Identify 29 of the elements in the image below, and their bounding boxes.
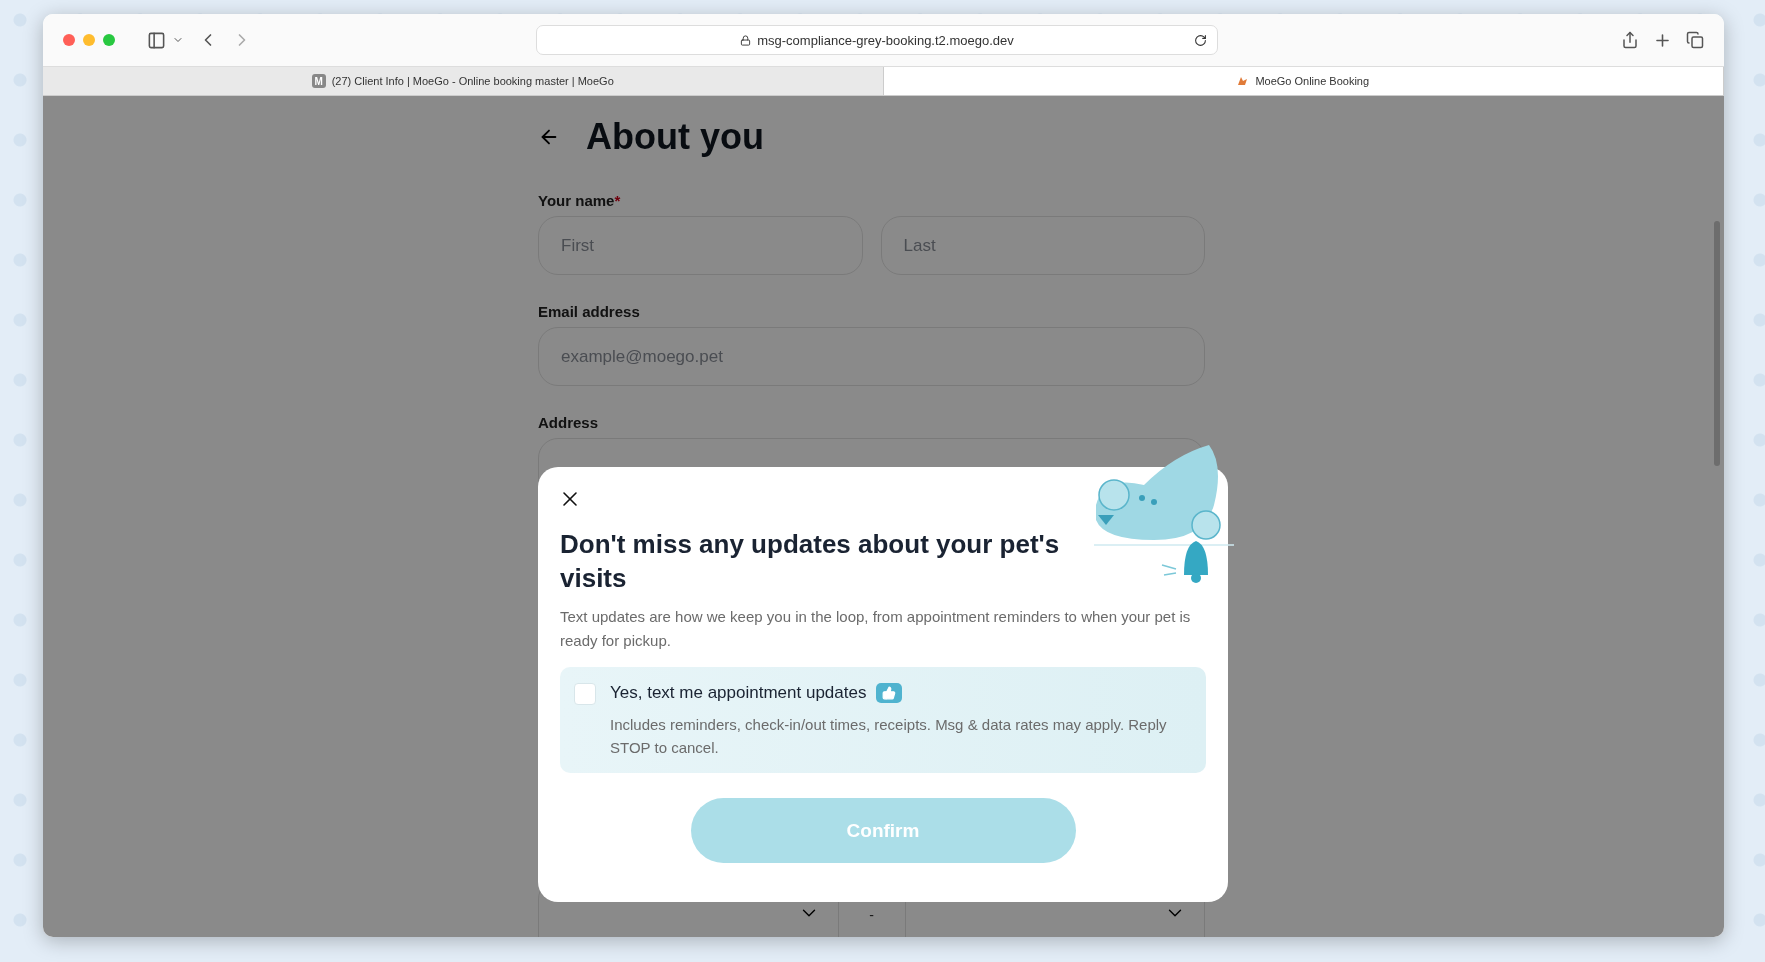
thumbs-up-icon xyxy=(876,683,903,703)
close-window-button[interactable] xyxy=(63,34,75,46)
range-separator: - xyxy=(868,906,875,925)
lock-icon xyxy=(740,34,752,46)
favicon-icon xyxy=(1237,75,1250,87)
field-label: Your name* xyxy=(538,192,622,209)
required-mark: * xyxy=(614,192,621,209)
dialog-title: Don't miss any updates about your pet's visits xyxy=(560,528,1061,595)
checkbox[interactable] xyxy=(574,683,596,705)
favicon-icon: M xyxy=(311,74,326,88)
option-note: Includes reminders, check-in/out times, receipts. Msg & data rates may apply. Reply STOP to cancel. xyxy=(610,715,1168,758)
tab-title: (27) Client Info | MoeGo - Online booking master | MoeGo xyxy=(331,75,614,87)
page-title: About you xyxy=(586,116,764,158)
sidebar-icon[interactable] xyxy=(147,30,166,50)
address-bar[interactable]: msg-compliance-grey-booking.t2.moego.dev xyxy=(536,25,1218,55)
dialog-text: Text updates are how we keep you in the loop, from appointment reminders to when your pet is ready for pickup. xyxy=(560,607,1192,651)
url-text: msg-compliance-grey-booking.t2.moego.dev xyxy=(757,32,1014,48)
reload-icon[interactable] xyxy=(1194,33,1207,47)
tab-title: MoeGo Online Booking xyxy=(1255,75,1370,87)
checkbox-label[interactable]: Yes, text me appointment updates xyxy=(610,683,867,703)
text-field[interactable]: First xyxy=(538,216,863,275)
field-label: Email address xyxy=(538,303,641,320)
share-icon[interactable] xyxy=(1621,31,1639,49)
field-label: Address xyxy=(538,414,600,431)
text-field[interactable]: example@moego.pet xyxy=(538,327,1205,386)
browser-tab[interactable]: M (27) Client Info | MoeGo - Online booking master | MoeGo xyxy=(43,67,884,95)
scrollbar[interactable] xyxy=(1714,221,1720,466)
text-field[interactable]: Last xyxy=(880,216,1205,275)
tabs-overview-icon[interactable] xyxy=(1686,31,1704,49)
